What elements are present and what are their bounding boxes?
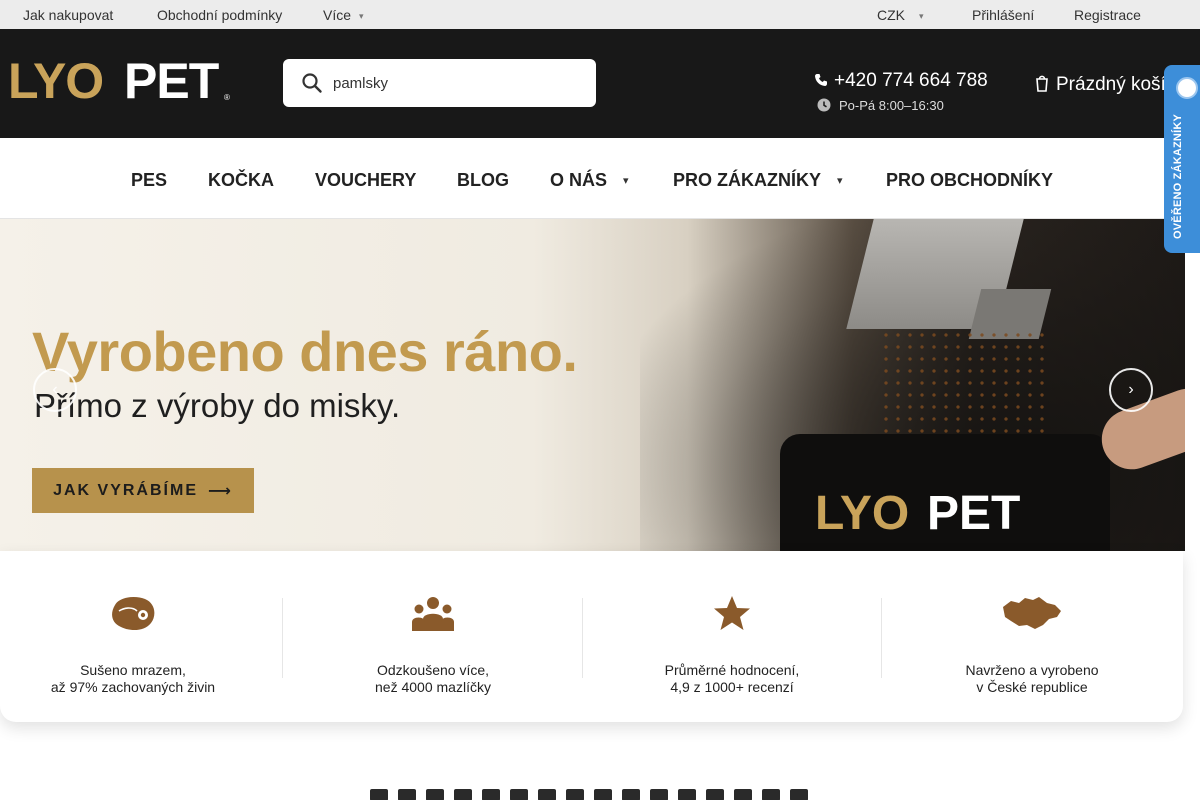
- nav-item-vouchery[interactable]: VOUCHERY: [315, 170, 416, 191]
- heading-glyph: [538, 789, 556, 800]
- svg-text:PET: PET: [927, 487, 1020, 535]
- link-jak-nakupovat[interactable]: Jak nakupovat: [23, 7, 113, 23]
- svg-text:LYO: LYO: [815, 487, 909, 535]
- feature-line1: Odzkoušeno více,: [376, 662, 490, 678]
- feature-line1: Sušeno mrazem,: [80, 662, 186, 678]
- badge-seal-icon: [1176, 77, 1198, 99]
- meat-icon: [112, 597, 155, 631]
- clock-icon: [817, 98, 831, 112]
- svg-text:PET: PET: [124, 56, 219, 106]
- slider-next-button[interactable]: ›: [1109, 368, 1153, 412]
- cart-icon: [1036, 75, 1048, 92]
- nav-item-pes[interactable]: PES: [131, 170, 167, 191]
- more-menu-label: Více: [323, 7, 352, 23]
- opening-hours: Po-Pá 8:00–16:30: [817, 96, 944, 113]
- slider-prev-button[interactable]: ‹: [33, 368, 77, 412]
- lyopet-logo[interactable]: LYO PET ®: [8, 56, 238, 106]
- hero-falling-pellets: [880, 329, 1050, 449]
- chevron-down-icon: ▾: [359, 11, 364, 21]
- heading-glyph: [762, 789, 780, 800]
- hero-title: Vyrobeno dnes ráno.: [32, 320, 578, 383]
- arrow-right-icon: ⟶: [207, 482, 233, 500]
- hero-cta-button[interactable]: JAK VYRÁBÍME ⟶: [32, 468, 254, 513]
- chevron-right-icon: ›: [1128, 381, 1134, 398]
- heading-glyph: [454, 789, 472, 800]
- phone-icon: [815, 74, 827, 86]
- currency-label: CZK: [877, 7, 905, 23]
- bag-logo: LYO PET: [815, 487, 1020, 535]
- search-input[interactable]: [333, 69, 573, 97]
- nav-item-pro-zakazniky-label: PRO ZÁKAZNÍKY: [673, 170, 821, 190]
- phone-number: +420 774 664 788: [834, 70, 988, 91]
- features-strip: Sušeno mrazem, až 97% zachovaných živin …: [0, 551, 1183, 722]
- hours-text: Po-Pá 8:00–16:30: [839, 98, 944, 113]
- heading-glyph: [734, 789, 752, 800]
- feature-line2: v České republice: [976, 679, 1088, 695]
- heading-glyph: [482, 789, 500, 800]
- feature-line2: 4,9 z 1000+ recenzí: [670, 679, 794, 695]
- top-bar: Jak nakupovat Obchodní podmínky Více ▾ CZ…: [0, 0, 1200, 29]
- cart-button[interactable]: Prázdný košík: [1036, 72, 1175, 96]
- czech-map-icon: [1003, 597, 1061, 629]
- verified-reviews-badge[interactable]: OVĚŘENO ZÁKAZNÍKY: [1164, 65, 1200, 253]
- search-icon[interactable]: [301, 72, 323, 94]
- feature-item: Navrženo a vyrobeno v České republice: [882, 551, 1182, 722]
- heading-glyph: [594, 789, 612, 800]
- badge-text: OVĚŘENO ZÁKAZNÍKY: [1172, 113, 1184, 239]
- nav-item-o-nas-label: O NÁS: [550, 170, 608, 190]
- feature-line2: až 97% zachovaných živin: [50, 679, 216, 695]
- nav-item-o-nas[interactable]: O NÁS ▾: [550, 170, 629, 191]
- feature-item: Odzkoušeno více, než 4000 mazlíčky: [283, 551, 583, 722]
- nav-item-pro-obchodniky[interactable]: PRO OBCHODNÍKY: [886, 170, 1053, 191]
- heading-glyph: [678, 789, 696, 800]
- heading-glyph: [622, 789, 640, 800]
- register-link[interactable]: Registrace: [1074, 7, 1141, 23]
- heading-glyph: [426, 789, 444, 800]
- feature-item: Průměrné hodnocení, 4,9 z 1000+ recenzí: [582, 551, 882, 722]
- chevron-down-icon: ▾: [837, 175, 843, 187]
- feature-line2: než 4000 mazlíčky: [375, 679, 491, 695]
- phone-contact[interactable]: +420 774 664 788: [814, 70, 988, 92]
- heading-glyph: [650, 789, 668, 800]
- heading-glyph: [790, 789, 808, 800]
- currency-select[interactable]: CZK ▾: [877, 7, 924, 23]
- hero-cta-label: JAK VYRÁBÍME: [53, 481, 198, 499]
- login-link[interactable]: Přihlášení: [972, 7, 1034, 23]
- main-navigation: PES KOČKA VOUCHERY BLOG O NÁS ▾ PRO ZÁKAZ…: [0, 138, 1200, 219]
- group-icon: [412, 597, 454, 631]
- more-menu[interactable]: Více ▾: [323, 7, 364, 23]
- hero-subtitle: Přímo z výroby do misky.: [34, 387, 401, 424]
- cart-label: Prázdný košík: [1056, 74, 1176, 95]
- heading-glyph: [398, 789, 416, 800]
- heading-glyph: [370, 789, 388, 800]
- heading-glyph: [706, 789, 724, 800]
- nav-item-blog[interactable]: BLOG: [457, 170, 509, 191]
- chevron-down-icon: ▾: [623, 175, 629, 187]
- chevron-left-icon: ‹: [52, 381, 58, 398]
- nav-item-pro-zakazniky[interactable]: PRO ZÁKAZNÍKY ▾: [673, 170, 843, 191]
- search-box: [283, 59, 596, 107]
- star-icon: [714, 596, 750, 630]
- hero-banner[interactable]: LYO PET Vyrobeno dnes ráno. Přímo z výro…: [0, 219, 1185, 551]
- link-obchodni-podminky[interactable]: Obchodní podmínky: [157, 7, 282, 23]
- heading-glyph: [566, 789, 584, 800]
- feature-line1: Navrženo a vyrobeno: [965, 662, 1099, 678]
- chevron-down-icon: ▾: [919, 11, 924, 21]
- site-header: LYO PET ® +420 774 664 788 Po-Pá 8:00–16…: [0, 29, 1200, 138]
- feature-item: Sušeno mrazem, až 97% zachovaných živin: [0, 551, 283, 722]
- feature-line1: Průměrné hodnocení,: [664, 662, 800, 678]
- section-heading-partial: [370, 788, 870, 800]
- svg-text:LYO: LYO: [8, 56, 103, 106]
- svg-text:®: ®: [224, 93, 230, 102]
- nav-item-kocka[interactable]: KOČKA: [208, 170, 274, 191]
- heading-glyph: [510, 789, 528, 800]
